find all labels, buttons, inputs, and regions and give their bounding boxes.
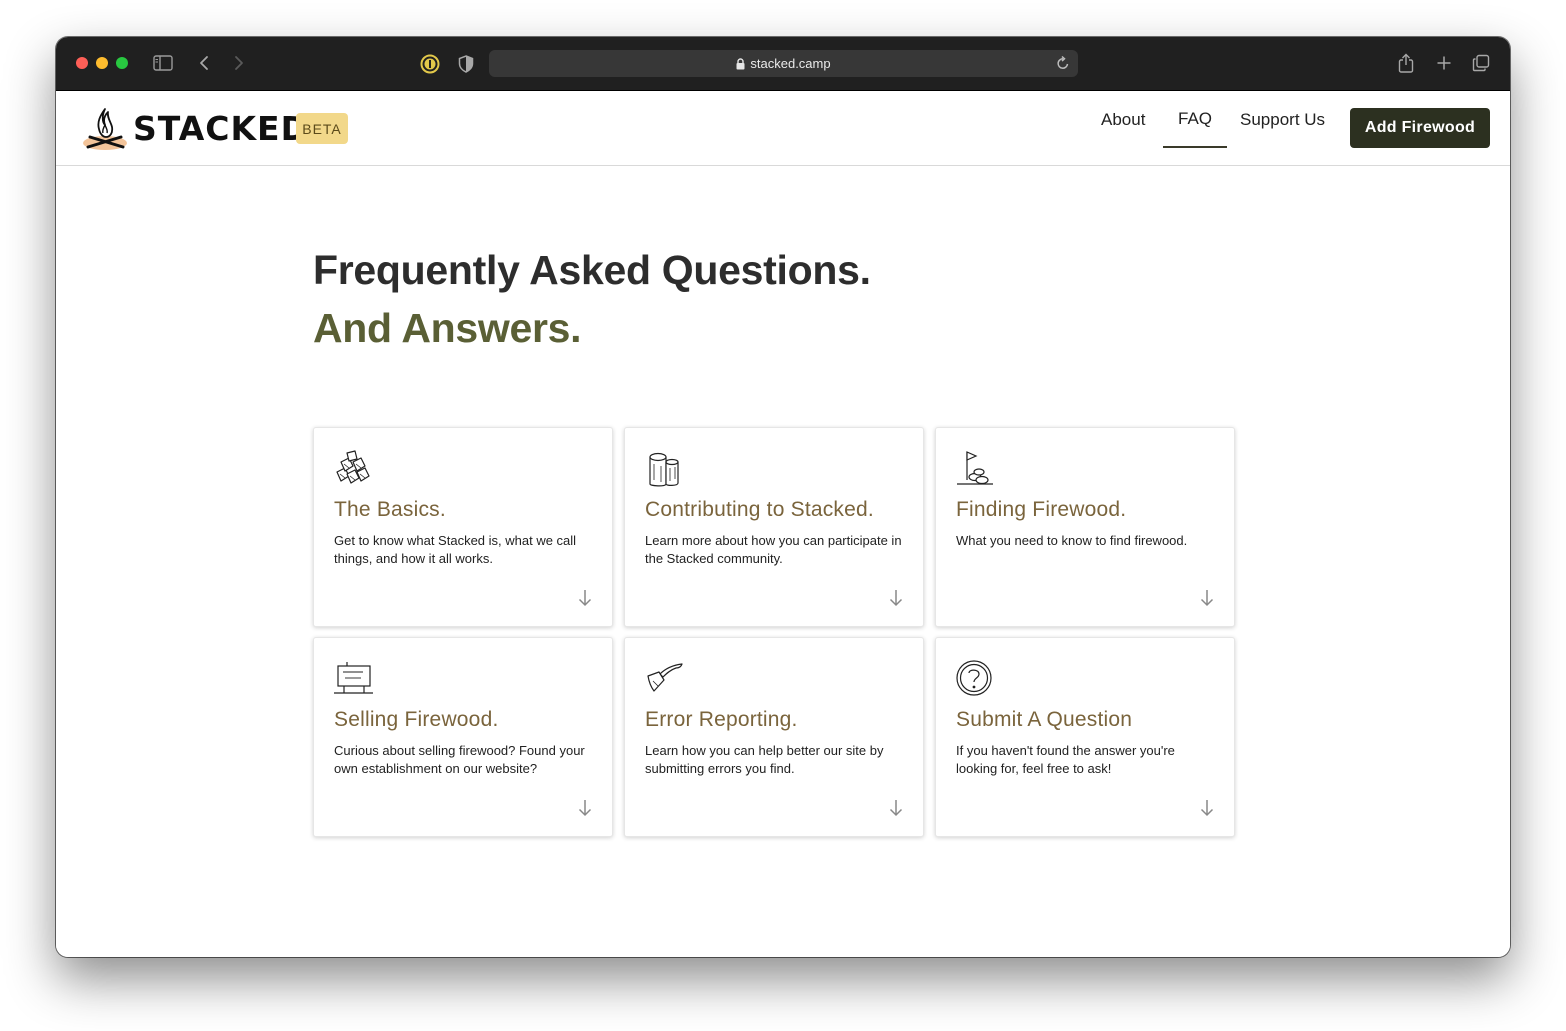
url-text: stacked.camp: [750, 56, 831, 71]
browser-toolbar: stacked.camp: [56, 37, 1510, 91]
page-title: Frequently Asked Questions.: [313, 247, 871, 293]
card-title: The Basics.: [334, 498, 446, 521]
card-title: Contributing to Stacked.: [645, 498, 874, 521]
close-window-button[interactable]: [76, 57, 88, 69]
privacy-shield-icon[interactable]: [458, 55, 474, 73]
card-title: Finding Firewood.: [956, 498, 1127, 521]
arrow-down-icon[interactable]: [889, 799, 903, 822]
sidebar-toggle-icon[interactable]: [153, 55, 173, 71]
faq-card-finding[interactable]: Finding Firewood. What you need to know …: [935, 427, 1235, 627]
for-sale-sign-icon: [334, 662, 373, 694]
nav-faq[interactable]: FAQ: [1163, 91, 1228, 148]
arrow-down-icon[interactable]: [578, 589, 592, 612]
main-nav: About FAQ Support Us Add Firewood: [56, 91, 1510, 166]
faq-card-selling[interactable]: Selling Firewood. Curious about selling …: [313, 637, 613, 837]
question-log-icon: [956, 660, 992, 696]
arrow-down-icon[interactable]: [1200, 589, 1214, 612]
arrow-down-icon[interactable]: [1200, 799, 1214, 822]
flag-on-logs-icon: [957, 451, 993, 485]
nav-support-us[interactable]: Support Us: [1240, 91, 1325, 148]
password-manager-icon[interactable]: [420, 54, 440, 74]
add-firewood-button[interactable]: Add Firewood: [1350, 108, 1490, 148]
site-header: STACKED BETA About FAQ Support Us Add Fi…: [56, 91, 1510, 166]
forward-icon[interactable]: [233, 55, 245, 71]
card-description: What you need to know to find firewood.: [956, 533, 1188, 548]
arrow-down-icon[interactable]: [578, 799, 592, 822]
card-description: If you haven't found the answer you're l…: [956, 743, 1175, 776]
card-description: Learn more about how you can participate…: [645, 533, 902, 566]
share-icon[interactable]: [1398, 53, 1414, 73]
card-description: Curious about selling firewood? Found yo…: [334, 743, 585, 776]
card-title: Selling Firewood.: [334, 708, 499, 731]
card-description: Get to know what Stacked is, what we cal…: [334, 533, 577, 566]
axe-icon: [647, 663, 683, 692]
web-page: STACKED BETA About FAQ Support Us Add Fi…: [56, 91, 1510, 957]
page-subtitle: And Answers.: [313, 305, 582, 351]
faq-card-errors[interactable]: Error Reporting. Learn how you can help …: [624, 637, 924, 837]
arrow-down-icon[interactable]: [889, 589, 903, 612]
faq-card-contributing[interactable]: Contributing to Stacked. Learn more abou…: [624, 427, 924, 627]
back-icon[interactable]: [198, 55, 210, 71]
new-tab-icon[interactable]: [1436, 55, 1452, 71]
minimize-window-button[interactable]: [96, 57, 108, 69]
firewood-pile-icon: [336, 450, 370, 484]
tab-overview-icon[interactable]: [1472, 54, 1490, 72]
nav-about[interactable]: About: [1101, 91, 1145, 148]
zoom-window-button[interactable]: [116, 57, 128, 69]
faq-card-submit-question[interactable]: Submit A Question If you haven't found t…: [935, 637, 1235, 837]
card-title: Error Reporting.: [645, 708, 798, 731]
lock-icon: [736, 57, 745, 70]
address-bar[interactable]: stacked.camp: [489, 50, 1078, 77]
browser-window: stacked.camp STACKED BETA About FAQ Supp…: [56, 37, 1510, 957]
log-stump-icon: [649, 452, 679, 487]
card-title: Submit A Question: [956, 708, 1133, 731]
faq-card-basics[interactable]: The Basics. Get to know what Stacked is,…: [313, 427, 613, 627]
card-description: Learn how you can help better our site b…: [645, 743, 884, 776]
reload-icon[interactable]: [1056, 55, 1070, 74]
